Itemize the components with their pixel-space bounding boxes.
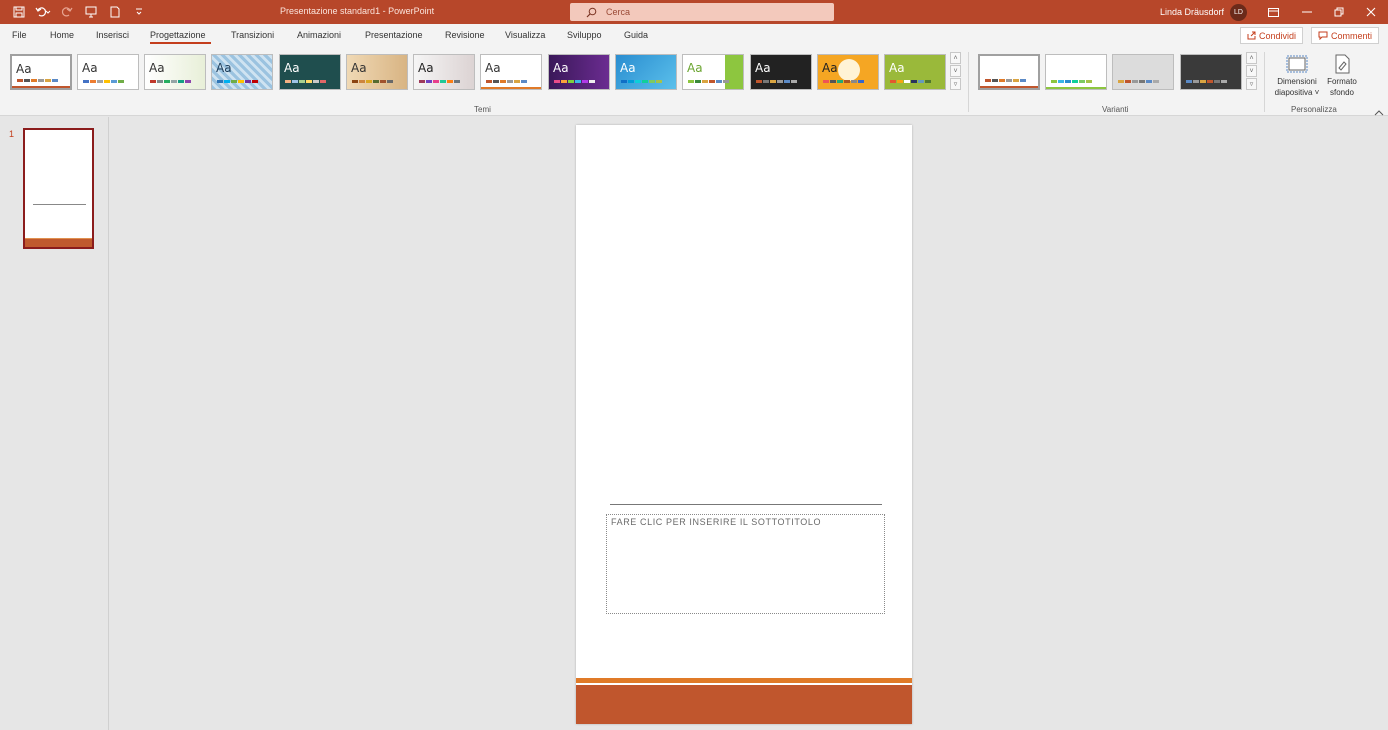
ribbon: Aa Aa Aa Aa Aa Aa Aa Aa Aa Aa Aa Aa Aa A… (0, 46, 1388, 116)
tab-animations[interactable]: Animazioni (297, 30, 341, 40)
redo-icon[interactable] (58, 3, 76, 21)
variant-4[interactable] (1180, 54, 1242, 90)
tab-developer[interactable]: Sviluppo (567, 30, 602, 40)
slide-accent-line (576, 678, 912, 683)
tab-home[interactable]: Home (50, 30, 74, 40)
theme-11[interactable]: Aa (682, 54, 744, 90)
minimize-button[interactable] (1290, 0, 1324, 24)
themes-group-label: Temi (474, 105, 491, 114)
customize-group-label: Personalizza (1291, 105, 1337, 114)
variants-up-button[interactable]: ˄ (1246, 52, 1257, 64)
slide-size-button[interactable]: Dimensioni diapositiva ˅ (1272, 52, 1322, 100)
comments-label: Commenti (1331, 30, 1373, 41)
search-box[interactable]: Cerca (570, 3, 834, 21)
tab-slideshow[interactable]: Presentazione (365, 30, 423, 40)
format-background-button[interactable]: Formato sfondo (1317, 52, 1367, 100)
slides-pane: 1 (0, 117, 109, 730)
restore-button[interactable] (1322, 0, 1356, 24)
undo-icon[interactable] (34, 3, 52, 21)
gallery-more-button[interactable]: ▿ (950, 78, 961, 90)
title-bar: Presentazione standard1 - PowerPoint Cer… (0, 0, 1388, 24)
slide-accent-bar (576, 685, 912, 724)
tab-file[interactable]: File (12, 30, 27, 40)
gallery-up-button[interactable]: ˄ (950, 52, 961, 64)
comment-icon (1318, 31, 1328, 40)
title-divider-line (610, 504, 882, 505)
document-title: Presentazione standard1 - PowerPoint (280, 6, 435, 16)
variant-2[interactable] (1045, 54, 1107, 90)
slide-canvas[interactable]: FARE CLIC PER INSERIRE IL SOTTOTITOLO (576, 125, 912, 724)
comments-button[interactable]: Commenti (1311, 27, 1380, 44)
share-label: Condividi (1259, 30, 1297, 41)
theme-7[interactable]: Aa (413, 54, 475, 90)
theme-2[interactable]: Aa (77, 54, 139, 90)
theme-13[interactable]: Aa (817, 54, 879, 90)
start-slideshow-icon[interactable] (82, 3, 100, 21)
collapse-ribbon-icon[interactable] (1374, 104, 1386, 116)
tab-view[interactable]: Visualizza (505, 30, 545, 40)
subtitle-placeholder-text: FARE CLIC PER INSERIRE IL SOTTOTITOLO (611, 517, 822, 527)
save-icon[interactable] (10, 3, 28, 21)
share-icon (1247, 31, 1256, 40)
thumbnail-accent-bar (25, 238, 92, 247)
ribbon-display-options-button[interactable] (1256, 0, 1290, 24)
group-separator (968, 52, 969, 112)
theme-8[interactable]: Aa (480, 54, 542, 90)
variant-3[interactable] (1112, 54, 1174, 90)
theme-9[interactable]: Aa (548, 54, 610, 90)
search-icon (584, 5, 598, 19)
avatar[interactable]: LD (1230, 4, 1247, 21)
variants-group-label: Varianti (1102, 105, 1129, 114)
slide-number: 1 (9, 129, 15, 139)
customize-qat-icon[interactable] (130, 3, 148, 21)
slide-size-icon (1286, 55, 1308, 73)
theme-14[interactable]: Aa (884, 54, 946, 90)
theme-12[interactable]: Aa (750, 54, 812, 90)
new-file-icon[interactable] (106, 3, 124, 21)
theme-10[interactable]: Aa (615, 54, 677, 90)
gallery-down-button[interactable]: ˅ (950, 65, 961, 77)
theme-3[interactable]: Aa (144, 54, 206, 90)
variants-down-button[interactable]: ˅ (1246, 65, 1257, 77)
slide-thumbnail[interactable] (23, 128, 94, 249)
themes-gallery-scroll: ˄ ˅ ▿ (950, 52, 961, 92)
ribbon-tabs: File Home Inserisci Progettazione Transi… (0, 24, 1388, 46)
group-separator (1264, 52, 1265, 112)
format-background-icon (1335, 54, 1350, 74)
user-name[interactable]: Linda Dräusdorf (1160, 7, 1224, 17)
tab-help[interactable]: Guida (624, 30, 648, 40)
subtitle-placeholder[interactable]: FARE CLIC PER INSERIRE IL SOTTOTITOLO (606, 514, 885, 614)
active-tab-indicator (150, 42, 211, 44)
tab-review[interactable]: Revisione (445, 30, 485, 40)
tab-transitions[interactable]: Transizioni (231, 30, 274, 40)
search-placeholder: Cerca (606, 7, 631, 17)
variants-gallery-scroll: ˄ ˅ ▿ (1246, 52, 1257, 92)
variant-1[interactable] (978, 54, 1040, 90)
close-button[interactable] (1354, 0, 1388, 24)
quick-access-toolbar (10, 0, 148, 24)
variants-more-button[interactable]: ▿ (1246, 78, 1257, 90)
theme-office[interactable]: Aa (10, 54, 72, 90)
theme-5[interactable]: Aa (279, 54, 341, 90)
tab-insert[interactable]: Inserisci (96, 30, 129, 40)
tab-design[interactable]: Progettazione (150, 30, 206, 40)
share-button[interactable]: Condividi (1240, 27, 1304, 44)
theme-6[interactable]: Aa (346, 54, 408, 90)
thumbnail-divider (33, 204, 86, 205)
theme-4[interactable]: Aa (211, 54, 273, 90)
